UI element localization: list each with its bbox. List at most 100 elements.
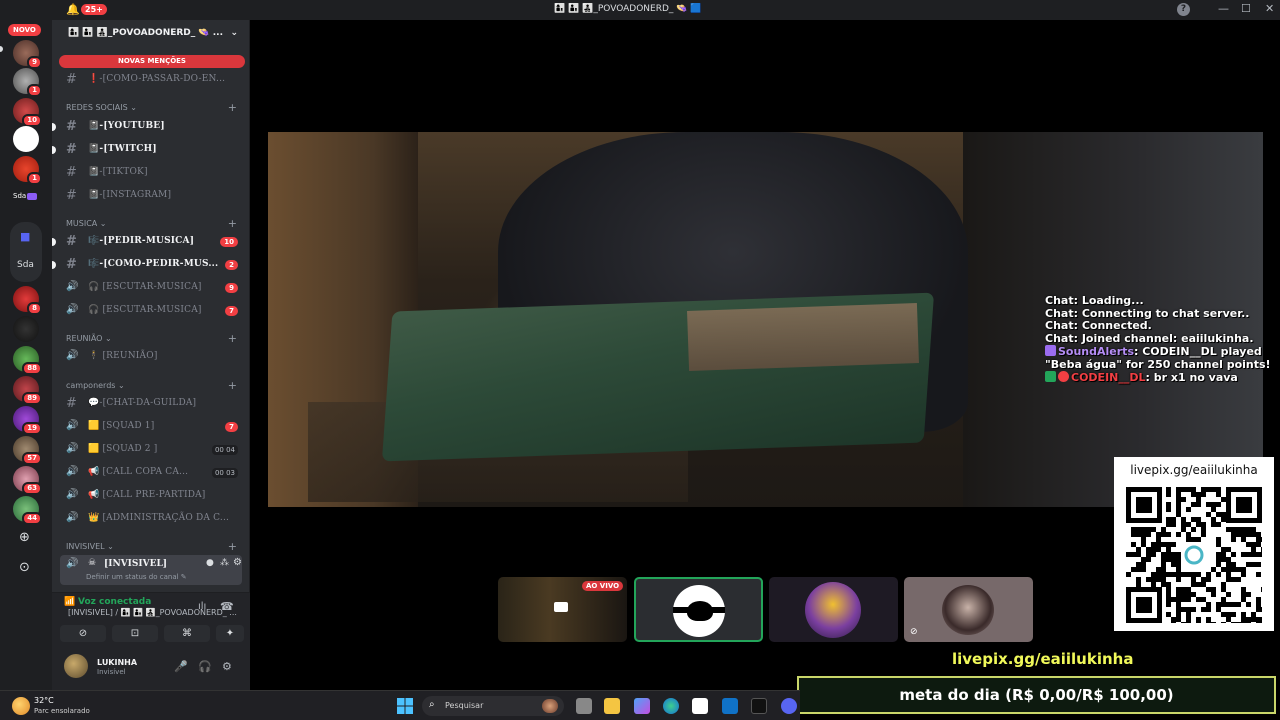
voice-channel-escutar-musica[interactable]: 🔊 🎧 [ESCUTAR-MUSICA] 7 — [60, 301, 242, 321]
category-music[interactable]: MUSICA ⌄ — [66, 219, 107, 228]
camera-off-icon: ⊘ — [910, 627, 918, 637]
server-icon[interactable]: 1 — [13, 68, 42, 97]
server-icon[interactable]: 9 — [13, 40, 42, 69]
stream-chat-overlay: Chat: Loading... Chat: Connecting to cha… — [1045, 294, 1280, 385]
copilot-icon[interactable] — [634, 698, 650, 714]
selected-voice-channel[interactable]: 🔊 ☠ [INVISIVEL] Definir um status do can… — [60, 555, 242, 585]
unread-indicator — [52, 261, 56, 269]
voice-channel-reuniao[interactable]: 🔊 🕴 [REUNIÃO] — [60, 347, 242, 367]
close-button[interactable]: ✕ — [1265, 2, 1274, 15]
server-icon[interactable]: 1 — [13, 156, 42, 185]
livepix-link: livepix.gg/eaiilukinha — [952, 650, 1134, 668]
server-rail: NOVO 9 1 10 1 Sda ■ Sda 8 88 89 19 57 63… — [0, 20, 52, 690]
hash-icon: # — [66, 119, 77, 134]
invite-icon[interactable]: ⁂ — [220, 558, 229, 568]
channel-youtube[interactable]: # 📓-[YOUTUBE] — [60, 117, 242, 137]
terminal-icon[interactable] — [751, 698, 767, 714]
server-icon[interactable]: 19 — [13, 406, 42, 435]
microphone-icon[interactable]: 🎤 — [174, 660, 188, 673]
category-invisivel[interactable]: INVISIVEL ⌄ — [66, 542, 114, 551]
server-icon[interactable]: 89 — [13, 376, 42, 405]
title-bar: 🔔 25+ 👩‍👦 👨‍👦 👨‍👧‍👦_POVOADONERD_ 👒 🟦 ? —… — [0, 0, 1280, 20]
user-panel: LUKINHA Invisível 🎤 🎧 ⚙ — [52, 648, 250, 690]
taskbar-search[interactable]: ⌕ Pesquisar — [422, 696, 564, 716]
badge-icon — [1045, 345, 1056, 356]
discord-icon[interactable] — [781, 698, 797, 714]
server-icon[interactable]: Sda — [13, 184, 39, 210]
category-meeting[interactable]: REUNIÃO ⌄ — [66, 334, 112, 343]
chat-line: Chat: Connected. — [1045, 319, 1152, 332]
channel-twitch[interactable]: # 📓-[TWITCH] — [60, 140, 242, 160]
weather-icon[interactable] — [12, 697, 30, 715]
hash-icon: # — [66, 396, 77, 411]
channel-chat-da-guilda[interactable]: # 💬-[CHAT-DA-GUILDA] — [60, 394, 242, 414]
participant-tile-speaking[interactable] — [634, 577, 763, 642]
windows-start-icon[interactable] — [397, 698, 413, 714]
category-social[interactable]: REDES SOCIAIS ⌄ — [66, 103, 137, 112]
participant-tile[interactable] — [769, 577, 898, 642]
add-channel-icon[interactable]: + — [228, 332, 237, 345]
file-explorer-icon[interactable] — [604, 698, 620, 714]
new-mentions-bar[interactable]: NOVAS MENÇÕES — [59, 55, 245, 68]
voice-channel-administracao[interactable]: 🔊 👑 [ADMINISTRAÇÃO DA C... — [60, 509, 242, 529]
task-view-icon[interactable] — [576, 698, 592, 714]
gear-icon[interactable]: ⚙ — [233, 557, 242, 568]
server-icon[interactable]: 57 — [13, 436, 42, 465]
server-header[interactable]: 👩‍👦 👨‍👦 👨‍👧‍👦_POVOADONERD_ 👒 ... ⌄ — [52, 20, 250, 50]
server-icon[interactable]: 10 — [13, 98, 42, 127]
gear-icon[interactable]: ⚙ — [222, 660, 232, 673]
server-icon[interactable]: 88 — [13, 346, 42, 375]
add-channel-icon[interactable]: + — [228, 379, 237, 392]
voice-channel-call-pre-partida[interactable]: 🔊 📢 [CALL PRE-PARTIDA] — [60, 486, 242, 506]
maximize-button[interactable]: ☐ — [1241, 2, 1251, 15]
avatar — [805, 582, 861, 638]
store-icon[interactable] — [692, 698, 708, 714]
chat-line: Chat: Loading... — [1045, 294, 1144, 307]
voice-channel-squad-1[interactable]: 🔊 🟨 [SQUAD 1] 7 — [60, 417, 242, 437]
help-icon[interactable]: ? — [1177, 3, 1190, 16]
camera-button[interactable]: ⊘ — [60, 625, 106, 642]
add-server-icon[interactable]: ⊕ — [19, 530, 30, 545]
channel-pedir-musica[interactable]: # 🎼-[PEDIR-MUSICA] 10 — [60, 232, 242, 252]
minimize-button[interactable]: — — [1218, 2, 1229, 15]
channel-tiktok[interactable]: # 📓-[TIKTOK] — [60, 163, 242, 183]
screen-share-button[interactable]: ⊡ — [112, 625, 158, 642]
speaker-icon: 🔊 — [66, 443, 79, 454]
channel-item[interactable]: # ❗-[COMO-PASSAR-DO-EN... — [60, 70, 242, 90]
channel-instagram[interactable]: # 📓-[INSTAGRAM] — [60, 186, 242, 206]
voice-channel-squad-2[interactable]: 🔊 🟨 [SQUAD 2 ] 00 04 — [60, 440, 242, 460]
screen-share-icon — [554, 602, 568, 612]
server-icon[interactable]: 44 — [13, 496, 42, 525]
soundboard-button[interactable]: ✦ — [216, 625, 244, 642]
edge-icon[interactable] — [663, 698, 679, 714]
add-channel-icon[interactable]: + — [228, 217, 237, 230]
inbox-bell-icon[interactable]: 🔔 — [66, 3, 80, 16]
voice-channel-call-copa[interactable]: 🔊 📢 [CALL COPA CA... 00 03 — [60, 463, 242, 483]
noise-suppression-icon[interactable]: ılı — [198, 601, 206, 612]
participant-tile[interactable]: ⊘ — [904, 577, 1033, 642]
server-icon[interactable]: 63 — [13, 466, 42, 495]
headphones-icon[interactable]: 🎧 — [198, 660, 212, 673]
server-name: 👩‍👦 👨‍👦 👨‍👧‍👦_POVOADONERD_ 👒 ... — [68, 28, 224, 38]
server-icon[interactable] — [13, 126, 39, 152]
heart-icon — [1058, 371, 1069, 382]
live-badge: AO VIVO — [582, 581, 624, 591]
soundboard-icon: ✦ — [225, 628, 235, 639]
discover-icon[interactable]: ⊙ — [19, 560, 30, 575]
add-channel-icon[interactable]: + — [228, 540, 237, 553]
speaker-icon: 🔊 — [66, 558, 79, 569]
speaker-icon: 🔊 — [66, 489, 79, 500]
disconnect-icon[interactable]: ☎ — [220, 600, 234, 613]
add-channel-icon[interactable]: + — [228, 101, 237, 114]
voice-channel-escutar-musica[interactable]: 🔊 🎧 [ESCUTAR-MUSICA] 9 — [60, 278, 242, 298]
avatar[interactable] — [64, 654, 88, 678]
server-icon[interactable]: 8 — [13, 286, 42, 315]
channel-como-pedir-musica[interactable]: # 🎼-[COMO-PEDIR-MUS... 2 — [60, 255, 242, 275]
category-camponerds[interactable]: camponerds ⌄ — [66, 381, 125, 390]
chat-bubble-icon[interactable]: ● — [206, 558, 214, 568]
activities-button[interactable]: ⌘ — [164, 625, 210, 642]
server-icon[interactable] — [13, 316, 39, 342]
server-folder[interactable]: ■ Sda — [10, 222, 42, 282]
hash-icon: # — [66, 234, 77, 249]
outlook-icon[interactable] — [722, 698, 738, 714]
